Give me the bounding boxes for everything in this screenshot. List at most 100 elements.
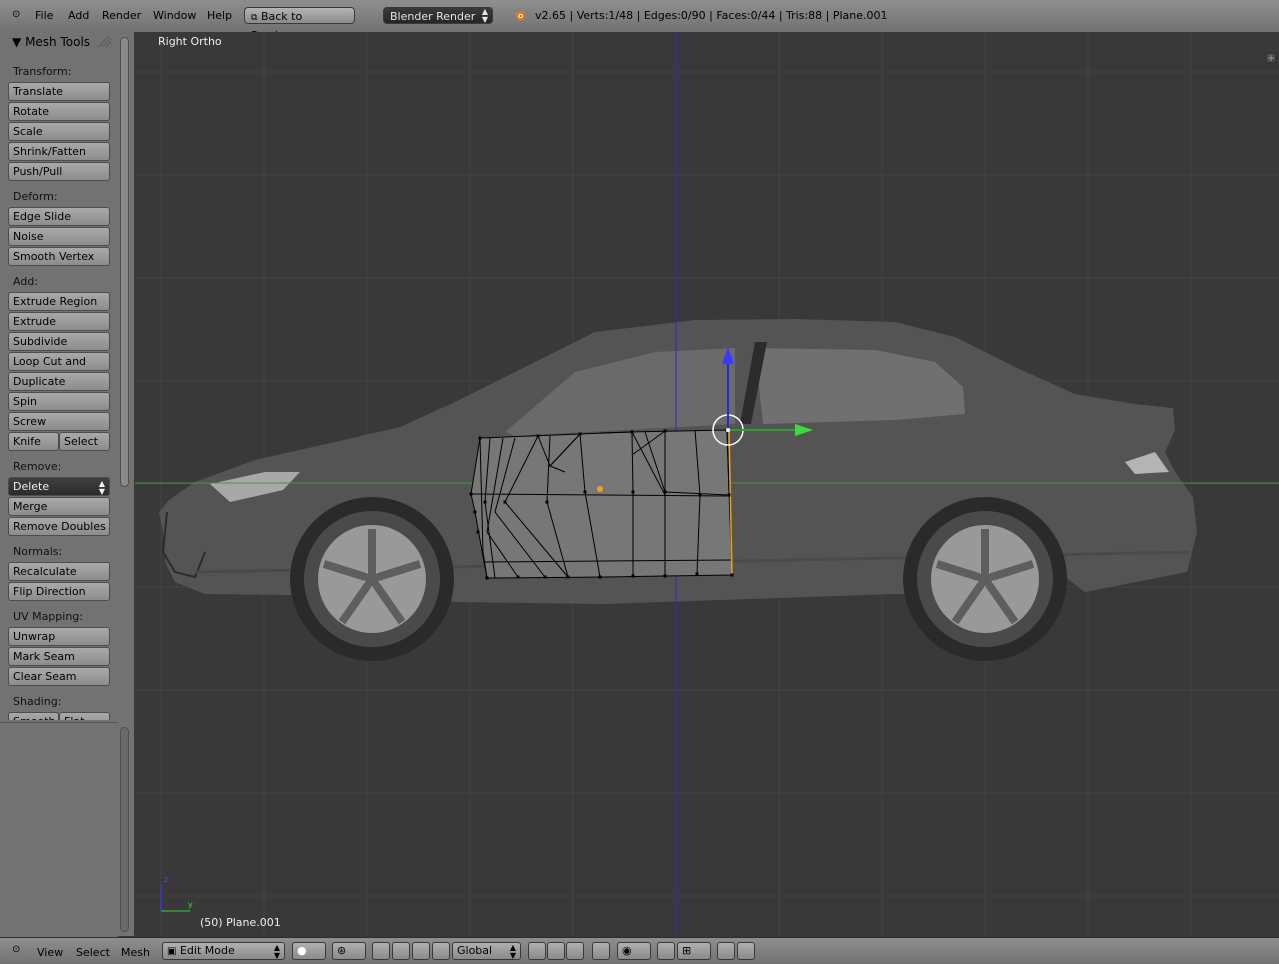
mesh-vertex[interactable] <box>663 490 667 494</box>
mesh-vertex[interactable] <box>695 572 699 576</box>
flip-direction-button[interactable]: Flip Direction <box>8 582 110 601</box>
mesh-vertex[interactable] <box>583 490 587 494</box>
mesh-vertex[interactable] <box>469 492 473 496</box>
proportional-circle-icon: ◉ <box>622 944 632 957</box>
menu-mesh[interactable]: Mesh <box>121 946 150 959</box>
door-mesh[interactable] <box>469 428 734 580</box>
mark-seam-button[interactable]: Mark Seam <box>8 647 110 666</box>
proportional-edit-select[interactable]: ◉ <box>617 942 651 960</box>
unwrap-button[interactable]: Unwrap <box>8 627 110 646</box>
section-normals: Normals: <box>13 545 63 558</box>
mode-select[interactable]: ▣ Edit Mode ▲ ▼ <box>162 942 285 960</box>
view-plus-icon[interactable] <box>1265 52 1277 64</box>
editor-type-icon[interactable]: ⊙ <box>12 944 20 955</box>
face-select-icon[interactable] <box>566 942 584 960</box>
shading-buttons-clip: Smooth Flat <box>8 712 111 720</box>
snap-toggle-icon[interactable] <box>657 942 675 960</box>
mesh-vertex[interactable] <box>545 500 549 504</box>
menu-file[interactable]: File <box>35 9 53 22</box>
extrude-individual-button[interactable]: Extrude Individual <box>8 312 110 345</box>
mesh-vertex[interactable] <box>730 573 734 577</box>
mesh-vertex[interactable] <box>503 500 507 504</box>
pivot-point-select[interactable]: ⊛ <box>332 942 366 960</box>
menu-view[interactable]: View <box>37 946 63 959</box>
mesh-vertex[interactable] <box>478 436 482 440</box>
screw-button[interactable]: Screw <box>8 412 110 431</box>
manipulator-toggle-icon[interactable] <box>372 942 390 960</box>
updown-arrows-icon: ▲ ▼ <box>481 7 488 24</box>
subdivide-button[interactable]: Subdivide <box>8 332 110 351</box>
mesh-vertex[interactable] <box>663 574 667 578</box>
object-label: (50) Plane.001 <box>200 916 281 929</box>
mesh-vertex[interactable] <box>578 432 582 436</box>
noise-button[interactable]: Noise <box>8 227 110 246</box>
editor-type-icon[interactable]: ⊙ <box>12 9 20 20</box>
scale-manipulator-icon[interactable] <box>432 942 450 960</box>
updown-arrows-icon: ▲ ▼ <box>509 943 516 960</box>
operator-panel-scrollbar[interactable] <box>120 727 129 932</box>
knife-select-button[interactable]: Select <box>59 432 110 451</box>
mesh-vertex[interactable] <box>727 493 731 497</box>
shade-flat-button[interactable]: Flat <box>59 712 110 720</box>
merge-button[interactable]: Merge <box>8 497 110 516</box>
push-pull-button[interactable]: Push/Pull <box>8 162 110 181</box>
mesh-tools-header[interactable]: ▼ Mesh Tools <box>12 35 90 49</box>
menu-add[interactable]: Add <box>68 9 89 22</box>
smooth-vertex-button[interactable]: Smooth Vertex <box>8 247 110 266</box>
knife-button[interactable]: Knife <box>8 432 59 451</box>
spin-button[interactable]: Spin <box>8 392 110 411</box>
viewport-scene[interactable] <box>135 32 1279 936</box>
mesh-vertex[interactable] <box>566 575 570 579</box>
mesh-vertex[interactable] <box>536 434 540 438</box>
mesh-vertex[interactable] <box>630 430 634 434</box>
screen-back-icon: ⧉ <box>251 13 258 23</box>
remove-doubles-button[interactable]: Remove Doubles <box>8 517 110 536</box>
scale-button[interactable]: Scale <box>8 122 110 141</box>
extrude-region-button[interactable]: Extrude Region <box>8 292 110 311</box>
section-transform: Transform: <box>13 65 72 78</box>
mesh-vertex[interactable] <box>483 500 487 504</box>
back-to-previous-button[interactable]: ⧉ Back to Previous <box>244 7 355 42</box>
snap-element-select[interactable]: ⊞ <box>677 942 711 960</box>
render-animation-icon[interactable] <box>737 942 755 960</box>
mesh-vertex[interactable] <box>631 574 635 578</box>
recalculate-button[interactable]: Recalculate <box>8 562 110 581</box>
clear-seam-button[interactable]: Clear Seam <box>8 667 110 686</box>
shrink-fatten-button[interactable]: Shrink/Fatten <box>8 142 110 161</box>
mesh-vertex[interactable] <box>543 575 547 579</box>
edit-mode-icon: ▣ <box>167 946 177 957</box>
mesh-vertex[interactable] <box>698 493 702 497</box>
mesh-vertex[interactable] <box>663 429 667 433</box>
mesh-vertex[interactable] <box>516 575 520 579</box>
menu-select[interactable]: Select <box>76 946 110 959</box>
drag-handle-icon[interactable] <box>96 34 112 48</box>
translate-manipulator-icon[interactable] <box>392 942 410 960</box>
menu-help[interactable]: Help <box>207 9 232 22</box>
duplicate-button[interactable]: Duplicate <box>8 372 110 391</box>
menu-render[interactable]: Render <box>102 9 141 22</box>
mesh-vertex[interactable] <box>476 530 480 534</box>
occlude-geometry-icon[interactable] <box>592 942 610 960</box>
3d-viewport[interactable]: Right Ortho z y (50) Plane.001 <box>135 32 1279 936</box>
mesh-vertex[interactable] <box>473 510 477 514</box>
rotate-button[interactable]: Rotate <box>8 102 110 121</box>
menu-window[interactable]: Window <box>153 9 196 22</box>
rotate-manipulator-icon[interactable] <box>412 942 430 960</box>
render-camera-icon[interactable] <box>717 942 735 960</box>
render-engine-select[interactable]: Blender Render ▲ ▼ <box>383 7 493 24</box>
scene-stats: v2.65 | Verts:1/48 | Edges:0/90 | Faces:… <box>535 9 888 22</box>
axis-z-label: z <box>164 875 169 884</box>
viewport-shading-select[interactable]: ● <box>292 942 326 960</box>
loop-cut-button[interactable]: Loop Cut and Slide <box>8 352 110 385</box>
translate-button[interactable]: Translate <box>8 82 110 101</box>
mesh-vertex[interactable] <box>485 576 489 580</box>
tool-shelf-scrollbar[interactable] <box>120 37 129 487</box>
edge-select-icon[interactable] <box>547 942 565 960</box>
edge-slide-button[interactable]: Edge Slide <box>8 207 110 226</box>
shade-smooth-button[interactable]: Smooth <box>8 712 59 720</box>
transform-orientation-select[interactable]: Global ▲ ▼ <box>452 942 521 960</box>
mesh-vertex[interactable] <box>631 490 635 494</box>
delete-menu-button[interactable]: Delete ▲ ▼ <box>8 477 110 496</box>
vertex-select-icon[interactable] <box>528 942 546 960</box>
mesh-vertex[interactable] <box>598 575 602 579</box>
